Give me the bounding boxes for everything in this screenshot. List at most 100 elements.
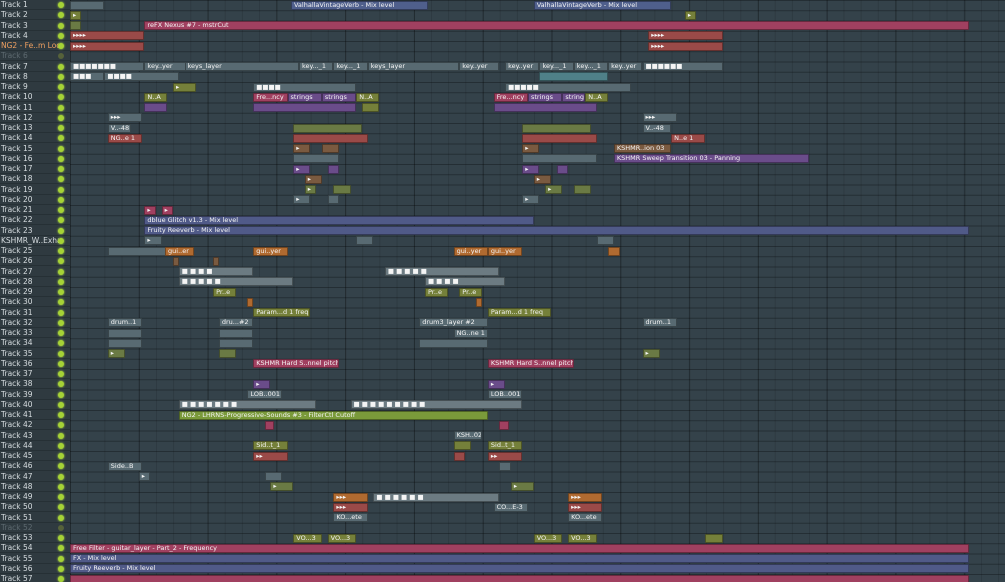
- playlist-clip[interactable]: [264, 472, 282, 481]
- playlist-clip[interactable]: [213, 256, 219, 266]
- playlist-clip[interactable]: ■ ■ ■ ■ ■ ■ ■: [178, 400, 317, 410]
- playlist-clip[interactable]: N..A: [585, 92, 609, 102]
- mute-toggle-icon[interactable]: [58, 463, 64, 470]
- playlist-clip[interactable]: [218, 328, 254, 338]
- mute-toggle-icon[interactable]: [58, 514, 64, 521]
- playlist-clip[interactable]: [293, 123, 362, 133]
- playlist-clip[interactable]: key..._1: [573, 62, 609, 71]
- playlist-clip[interactable]: KSHMR Hard S..nnel pitch: [253, 359, 340, 369]
- mute-toggle-icon[interactable]: [58, 350, 64, 357]
- mute-toggle-icon[interactable]: [58, 412, 64, 418]
- playlist-clip[interactable]: [361, 103, 380, 112]
- mute-toggle-icon[interactable]: [58, 155, 64, 162]
- playlist-clip[interactable]: ▸▸▸▸: [648, 31, 723, 41]
- playlist-clip[interactable]: [321, 144, 340, 153]
- playlist-clip[interactable]: strings: [528, 92, 563, 102]
- mute-toggle-icon[interactable]: [58, 53, 64, 60]
- playlist-clip[interactable]: KSHMR Hard S..nnel pitch: [487, 359, 574, 369]
- playlist-clip[interactable]: dru...#2: [218, 318, 254, 328]
- playlist-clip[interactable]: [499, 461, 511, 471]
- mute-toggle-icon[interactable]: [58, 576, 64, 582]
- playlist-clip[interactable]: [705, 533, 723, 543]
- mute-toggle-icon[interactable]: [58, 63, 64, 70]
- playlist-clip[interactable]: key..yer: [608, 62, 643, 71]
- mute-toggle-icon[interactable]: [58, 84, 64, 90]
- playlist-clip[interactable]: Fre...ncy: [493, 92, 528, 102]
- playlist-clip[interactable]: key..yer: [505, 62, 540, 71]
- playlist-clip[interactable]: ValhallaVintageVerb - Mix level: [533, 0, 672, 10]
- playlist-clip[interactable]: ■■■■: [253, 82, 357, 92]
- playlist-clip[interactable]: [453, 441, 471, 451]
- playlist-clip[interactable]: ▸: [510, 482, 534, 492]
- mute-toggle-icon[interactable]: [58, 227, 64, 234]
- playlist-clip[interactable]: ▸: [642, 349, 660, 358]
- playlist-clip[interactable]: Fre...ncy: [253, 92, 288, 102]
- playlist-clip[interactable]: KSH..02: [453, 431, 483, 440]
- playlist-clip[interactable]: KSHMR Sweep Transition 03 - Panning: [613, 154, 809, 164]
- playlist-clip[interactable]: [70, 0, 105, 10]
- playlist-clip[interactable]: NG2 - LHRNS-Progressive-Sounds #3 - Filt…: [178, 410, 488, 420]
- playlist-clip[interactable]: ▸: [293, 144, 311, 153]
- mute-toggle-icon[interactable]: [58, 289, 64, 295]
- playlist-clip[interactable]: NG..ne 1: [453, 328, 488, 338]
- playlist-clip[interactable]: [107, 328, 143, 338]
- playlist-clip[interactable]: ■ ■ ■ ■ ■ ■: [373, 492, 500, 502]
- mute-toggle-icon[interactable]: [58, 237, 64, 244]
- playlist-clip[interactable]: keys_layer: [367, 62, 460, 71]
- playlist-clip[interactable]: V..-48: [107, 123, 131, 133]
- playlist-clip[interactable]: Side..B: [107, 461, 143, 471]
- playlist-clip[interactable]: ▸: [487, 379, 506, 389]
- playlist-clip[interactable]: ▸▸: [487, 451, 523, 461]
- playlist-clip[interactable]: ▸: [144, 236, 162, 246]
- playlist-clip[interactable]: [327, 195, 340, 205]
- mute-toggle-icon[interactable]: [58, 145, 64, 152]
- playlist-clip[interactable]: ValhallaVintageVerb - Mix level: [290, 0, 429, 10]
- playlist-clip[interactable]: ■ ■ ■ ■ ■ ■ ■ ■ ■: [350, 400, 523, 410]
- playlist-clip[interactable]: Fruity Reeverb - Mix level: [144, 226, 969, 235]
- mute-toggle-icon[interactable]: [58, 360, 64, 367]
- playlist-clip[interactable]: [476, 297, 483, 307]
- playlist-clip[interactable]: dblue Glitch v1.3 - Mix level: [144, 215, 534, 225]
- playlist-clip[interactable]: reFX Nexus #7 - mstrCut: [144, 21, 969, 30]
- mute-toggle-icon[interactable]: [58, 555, 64, 562]
- playlist-clip[interactable]: [247, 297, 254, 307]
- playlist-clip[interactable]: ▸: [545, 185, 563, 194]
- mute-toggle-icon[interactable]: [58, 278, 64, 285]
- playlist-clip[interactable]: ▸▸▸: [107, 113, 143, 123]
- playlist-clip[interactable]: ▸: [293, 195, 311, 205]
- mute-toggle-icon[interactable]: [58, 371, 64, 377]
- playlist-clip[interactable]: [419, 338, 488, 348]
- playlist-clip[interactable]: KO...ete: [333, 513, 368, 522]
- playlist-clip[interactable]: strings: [287, 92, 322, 102]
- playlist-clip[interactable]: [144, 103, 168, 112]
- mute-toggle-icon[interactable]: [58, 176, 64, 183]
- playlist-clip[interactable]: ▸: [144, 205, 156, 215]
- playlist-clip[interactable]: ▸: [70, 10, 82, 20]
- playlist-clip[interactable]: ▸▸▸: [333, 492, 368, 502]
- playlist-clip[interactable]: [356, 236, 374, 246]
- playlist-clip[interactable]: KSHMR..ion 03: [613, 144, 672, 153]
- playlist-clip[interactable]: drum..1: [107, 318, 143, 328]
- playlist-clip[interactable]: ▸: [522, 195, 540, 205]
- mute-toggle-icon[interactable]: [58, 319, 64, 326]
- playlist-clip[interactable]: [218, 338, 254, 348]
- playlist-clip[interactable]: LOB..001: [247, 390, 282, 399]
- playlist-clip[interactable]: ▸▸▸: [568, 492, 603, 502]
- playlist-clip[interactable]: V..-48: [642, 123, 672, 133]
- mute-toggle-icon[interactable]: [58, 268, 64, 275]
- playlist-clip[interactable]: N..e 1: [671, 133, 706, 143]
- mute-toggle-icon[interactable]: [58, 340, 64, 347]
- playlist-clip[interactable]: ▸: [522, 144, 540, 153]
- playlist-clip[interactable]: NG..e 1: [107, 133, 143, 143]
- playlist-clip[interactable]: keys_layer: [184, 62, 299, 71]
- playlist-clip[interactable]: [253, 103, 357, 112]
- mute-toggle-icon[interactable]: [58, 535, 64, 541]
- playlist-clip[interactable]: gui..yer: [253, 246, 288, 256]
- mute-toggle-icon[interactable]: [58, 330, 64, 336]
- playlist-clip[interactable]: [293, 154, 340, 164]
- mute-toggle-icon[interactable]: [58, 381, 64, 388]
- playlist-clip[interactable]: CO...E-3: [493, 502, 528, 512]
- arrangement-grid[interactable]: ValhallaVintageVerb - Mix level ValhallaV…: [70, 0, 1005, 582]
- playlist-clip[interactable]: [608, 246, 620, 256]
- mute-toggle-icon[interactable]: [58, 545, 64, 552]
